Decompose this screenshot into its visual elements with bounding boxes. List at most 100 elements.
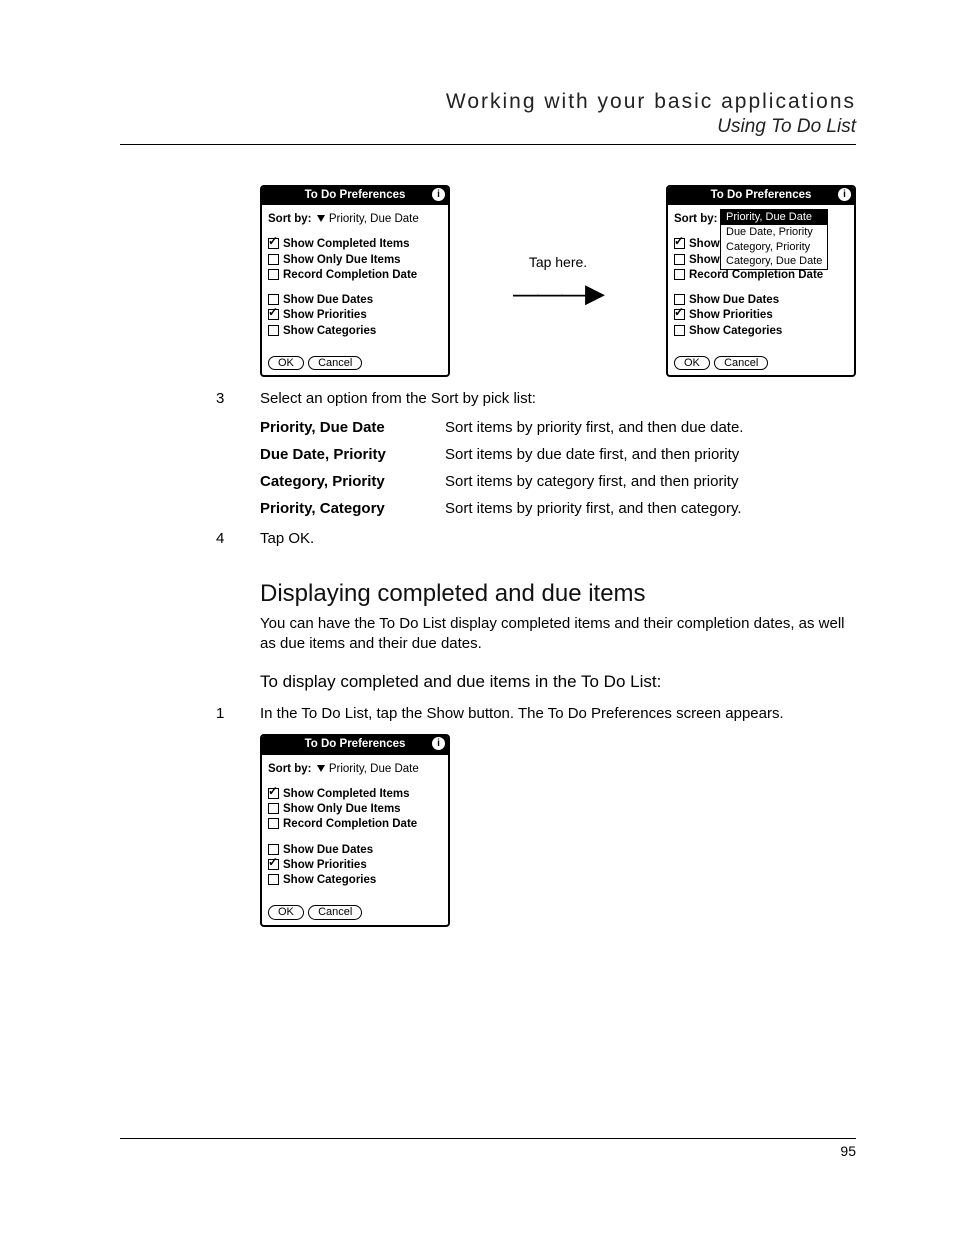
procedure-heading: To display completed and due items in th… — [260, 672, 856, 692]
dialog-body: Sort by: Priority, Due Date Show Complet… — [262, 209, 448, 375]
cancel-button[interactable]: Cancel — [714, 356, 768, 371]
label-completed: Show Completed Items — [283, 238, 410, 250]
step-3: 3 Select an option from the Sort by pick… — [216, 389, 856, 409]
palm-dialog-left: To Do Preferences i Sort by: Priority, D… — [260, 185, 450, 377]
checkbox-only-due[interactable] — [268, 803, 279, 814]
dropdown-option[interactable]: Category, Priority — [721, 240, 827, 255]
figure-row: To Do Preferences i Sort by: Priority, D… — [260, 185, 856, 377]
label-priorities: Show Priorities — [689, 309, 773, 321]
label-categories: Show Categories — [283, 874, 376, 886]
step-4: 4 Tap OK. — [216, 529, 856, 549]
checkbox-rec-date[interactable] — [674, 269, 685, 280]
option-row: Priority, Due Date Sort items by priorit… — [260, 419, 856, 436]
step-text: In the To Do List, tap the Show button. … — [260, 704, 856, 724]
sort-by-row: Sort by: Priority, Due Date — [268, 213, 442, 226]
label-only-due: Show Only Due Items — [283, 803, 401, 815]
checkbox-categories[interactable] — [268, 325, 279, 336]
checkbox-completed[interactable] — [268, 238, 279, 249]
checkbox-completed[interactable] — [268, 788, 279, 799]
option-row: Due Date, Priority Sort items by due dat… — [260, 446, 856, 463]
option-label: Priority, Due Date — [260, 419, 445, 436]
paragraph: You can have the To Do List display comp… — [260, 614, 856, 655]
section-title: Using To Do List — [120, 116, 856, 138]
sort-by-value[interactable]: Priority, Due Date — [329, 763, 419, 775]
sort-by-label: Sort by: — [674, 213, 717, 225]
label-completed: Show Completed Items — [283, 788, 410, 800]
button-row: OK Cancel — [268, 356, 363, 371]
option-label: Priority, Category — [260, 500, 445, 517]
info-icon[interactable]: i — [838, 188, 851, 201]
dropdown-option[interactable]: Category, Due Date — [721, 254, 827, 269]
dialog-title-text: To Do Preferences — [711, 189, 812, 201]
info-icon[interactable]: i — [432, 737, 445, 750]
dialog-title: To Do Preferences i — [262, 187, 448, 205]
step-text: Tap OK. — [260, 529, 856, 549]
checkbox-rec-date[interactable] — [268, 818, 279, 829]
dialog-title-text: To Do Preferences — [305, 738, 406, 750]
checkbox-due-dates[interactable] — [674, 294, 685, 305]
ok-button[interactable]: OK — [674, 356, 710, 371]
dropdown-option[interactable]: Due Date, Priority — [721, 225, 827, 240]
checkbox-categories[interactable] — [268, 874, 279, 885]
figure-single: To Do Preferences i Sort by: Priority, D… — [260, 734, 856, 926]
sort-by-label: Sort by: — [268, 213, 311, 225]
label-rec-date: Record Completion Date — [283, 818, 417, 830]
page-number: 95 — [840, 1143, 856, 1159]
label-rec-date: Record Completion Date — [689, 269, 823, 281]
checkbox-priorities[interactable] — [268, 309, 279, 320]
ok-button[interactable]: OK — [268, 905, 304, 920]
checkbox-due-dates[interactable] — [268, 294, 279, 305]
label-only-due: Show Only Due Items — [283, 254, 401, 266]
sort-by-value[interactable]: Priority, Due Date — [329, 213, 419, 225]
label-due-dates: Show Due Dates — [283, 844, 373, 856]
dialog-title-text: To Do Preferences — [305, 189, 406, 201]
checkbox-rec-date[interactable] — [268, 269, 279, 280]
dropdown-arrow-icon[interactable] — [317, 765, 325, 772]
checkbox-priorities[interactable] — [268, 859, 279, 870]
dialog-title: To Do Preferences i — [262, 736, 448, 754]
label-priorities: Show Priorities — [283, 859, 367, 871]
label-categories: Show Categories — [283, 325, 376, 337]
checkbox-due-dates[interactable] — [268, 844, 279, 855]
dialog-body: Sort by: Priority, Due Date Show Complet… — [262, 759, 448, 925]
option-label: Category, Priority — [260, 473, 445, 490]
arrow-right-icon: ———▶ — [462, 278, 654, 309]
dropdown-option-selected[interactable]: Priority, Due Date — [721, 210, 827, 225]
option-desc: Sort items by priority first, and then d… — [445, 419, 856, 436]
cancel-button[interactable]: Cancel — [308, 905, 362, 920]
option-desc: Sort items by priority first, and then c… — [445, 500, 856, 517]
figure-callout: Tap here. ———▶ — [462, 254, 654, 309]
info-icon[interactable]: i — [432, 188, 445, 201]
label-priorities: Show Priorities — [283, 309, 367, 321]
option-label: Due Date, Priority — [260, 446, 445, 463]
step-number: 1 — [216, 704, 246, 724]
page-footer: 95 — [120, 1138, 856, 1159]
checkbox-categories[interactable] — [674, 325, 685, 336]
page: Working with your basic applications Usi… — [0, 0, 954, 1235]
chapter-title: Working with your basic applications — [120, 90, 856, 114]
checkbox-priorities[interactable] — [674, 309, 685, 320]
option-desc: Sort items by due date first, and then p… — [445, 446, 856, 463]
sort-dropdown-open: Priority, Due Date Due Date, Priority Ca… — [720, 209, 828, 270]
button-row: OK Cancel — [674, 356, 769, 371]
step-number: 3 — [216, 389, 246, 409]
dialog-body: Sort by: Priority, Due Date Due Date, Pr… — [668, 209, 854, 375]
ok-button[interactable]: OK — [268, 356, 304, 371]
sort-by-row: Sort by: Priority, Due Date — [268, 763, 442, 776]
label-due-dates: Show Due Dates — [283, 294, 373, 306]
step-number: 4 — [216, 529, 246, 549]
palm-dialog-bottom: To Do Preferences i Sort by: Priority, D… — [260, 734, 450, 926]
checkbox-only-due[interactable] — [674, 254, 685, 265]
checkbox-only-due[interactable] — [268, 254, 279, 265]
option-row: Category, Priority Sort items by categor… — [260, 473, 856, 490]
step-1: 1 In the To Do List, tap the Show button… — [216, 704, 856, 724]
button-row: OK Cancel — [268, 905, 363, 920]
cancel-button[interactable]: Cancel — [308, 356, 362, 371]
checkbox-completed[interactable] — [674, 238, 685, 249]
label-due-dates: Show Due Dates — [689, 294, 779, 306]
label-categories: Show Categories — [689, 325, 782, 337]
content-area: To Do Preferences i Sort by: Priority, D… — [260, 185, 856, 927]
dropdown-arrow-icon[interactable] — [317, 215, 325, 222]
callout-text: Tap here. — [462, 254, 654, 270]
label-rec-date: Record Completion Date — [283, 269, 417, 281]
